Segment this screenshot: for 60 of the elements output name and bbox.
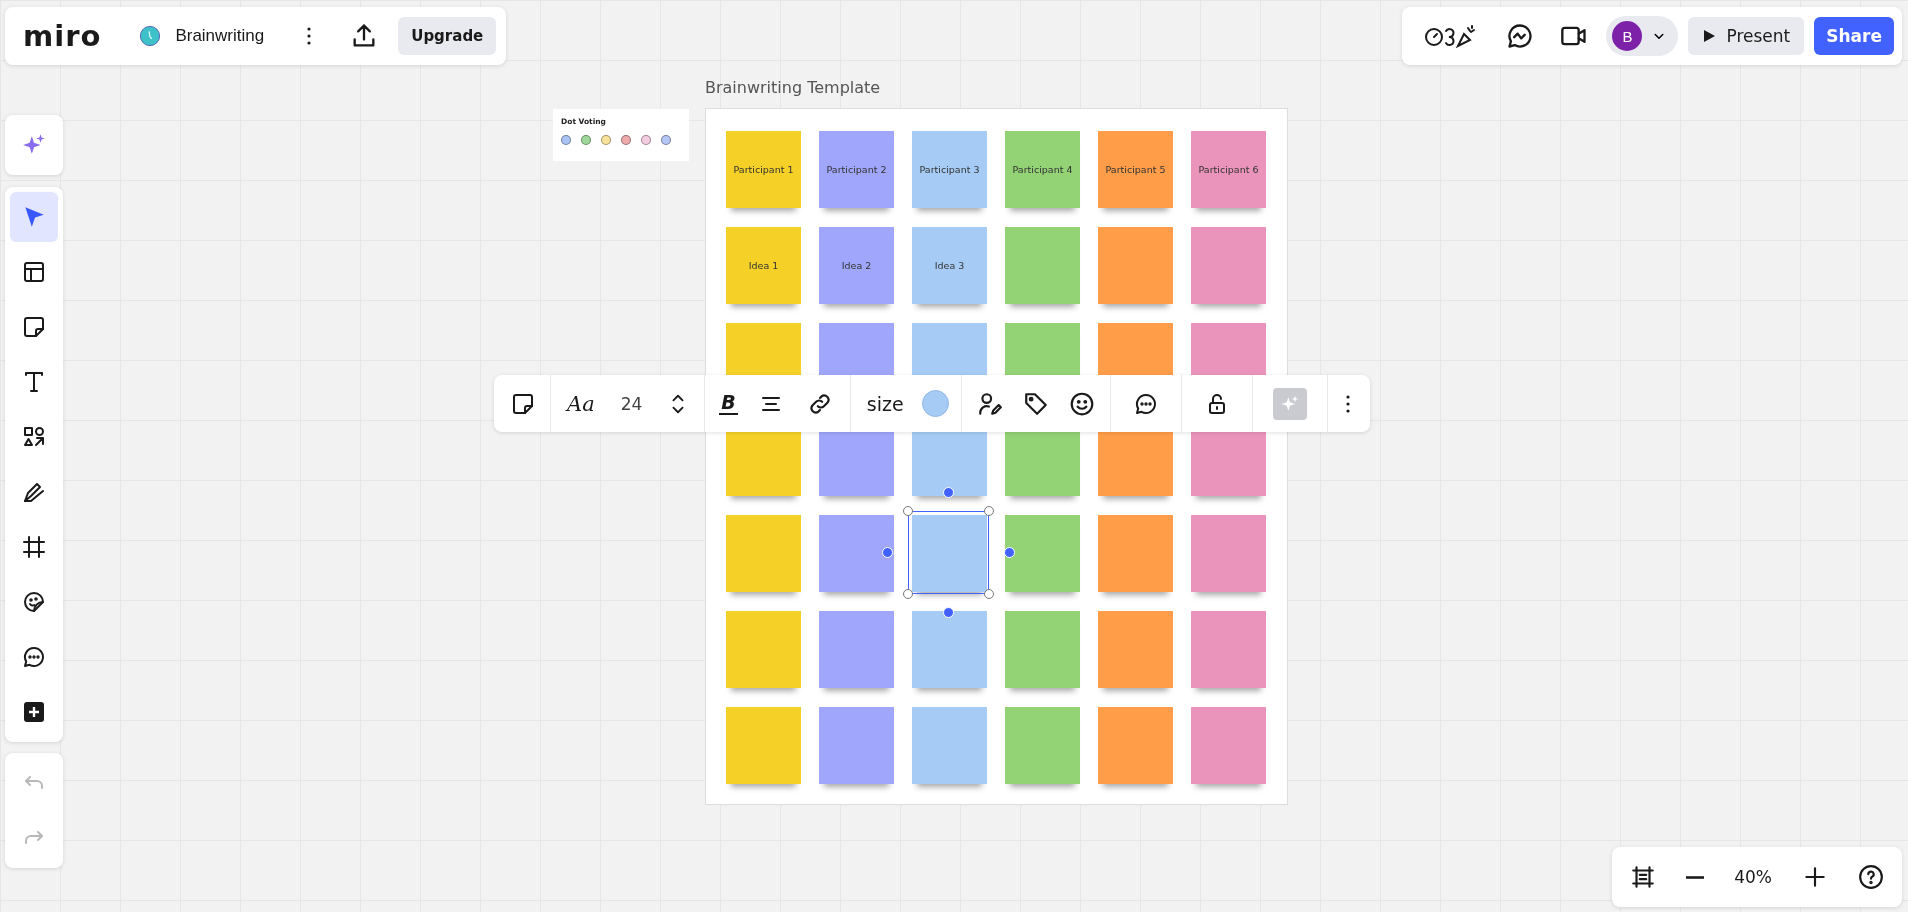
voting-dot[interactable]: [561, 135, 571, 145]
connector-dot[interactable]: [943, 607, 954, 618]
minus-icon: [1686, 875, 1705, 879]
frame-list-icon: [1630, 864, 1657, 890]
resize-handle[interactable]: [984, 506, 994, 516]
size-button[interactable]: size: [862, 388, 908, 419]
comment-icon: [1133, 391, 1158, 416]
chat-icon: [1506, 22, 1535, 50]
bold-button[interactable]: B: [719, 392, 738, 415]
sticky-note[interactable]: Participant 5: [1098, 131, 1173, 208]
voting-dot[interactable]: [621, 135, 631, 145]
board-name-button[interactable]: Brainwriting: [131, 17, 273, 55]
font-button[interactable]: Aa: [563, 387, 599, 420]
resize-handle[interactable]: [903, 506, 913, 516]
plus-square-icon: [22, 700, 46, 724]
kebab-icon: [1344, 393, 1351, 414]
sticky-note-icon: [511, 391, 535, 416]
resize-handle[interactable]: [984, 589, 994, 599]
voting-dot[interactable]: [661, 135, 671, 145]
play-icon: [1702, 29, 1717, 43]
upgrade-button[interactable]: Upgrade: [398, 17, 497, 55]
pen-icon: [22, 480, 46, 504]
sticky-note[interactable]: Participant 2: [819, 131, 894, 208]
sticky-note[interactable]: Idea 2: [819, 227, 894, 304]
connector-dot[interactable]: [1004, 547, 1015, 558]
sticker-icon: [22, 590, 46, 614]
sticky-note[interactable]: Participant 3: [912, 131, 987, 208]
template-icon: [22, 260, 46, 284]
connector-dot[interactable]: [943, 487, 954, 498]
sticky-note[interactable]: Participant 4: [1005, 131, 1080, 208]
zoom-level[interactable]: 40%: [1726, 867, 1780, 887]
color-swatch[interactable]: [921, 390, 949, 417]
resize-handle[interactable]: [903, 589, 913, 599]
voting-dot[interactable]: [601, 135, 611, 145]
help-icon: [1858, 864, 1884, 890]
user-menu-button[interactable]: B: [1606, 16, 1679, 56]
kebab-icon: [306, 26, 313, 46]
clock-icon: [139, 25, 162, 47]
present-button[interactable]: Present: [1688, 17, 1805, 55]
sticky-note-icon: [22, 315, 46, 339]
user-pen-icon: [976, 390, 1003, 417]
frame-icon: [22, 535, 46, 559]
sticky-note[interactable]: Participant 1: [726, 131, 801, 208]
plus-icon: [1802, 864, 1828, 890]
sticky-note[interactable]: Participant 6: [1191, 131, 1266, 208]
user-avatar: B: [1612, 21, 1643, 51]
font-size[interactable]: 24: [610, 393, 653, 414]
share-button[interactable]: Share: [1814, 17, 1894, 55]
frame-title[interactable]: Brainwriting Template: [705, 78, 881, 97]
miro-logo[interactable]: miro: [23, 21, 102, 51]
shapes-icon: [22, 425, 46, 449]
sticky-note[interactable]: Idea 1: [726, 227, 801, 304]
connector-dot[interactable]: [882, 547, 893, 558]
smiley-icon: [1068, 390, 1095, 417]
voting-dot[interactable]: [641, 135, 651, 145]
sticky-note[interactable]: Idea 3: [912, 227, 987, 304]
comment-icon: [22, 645, 46, 669]
voting-dot[interactable]: [581, 135, 591, 145]
tag-icon: [1022, 390, 1049, 417]
text-icon: [22, 370, 46, 394]
